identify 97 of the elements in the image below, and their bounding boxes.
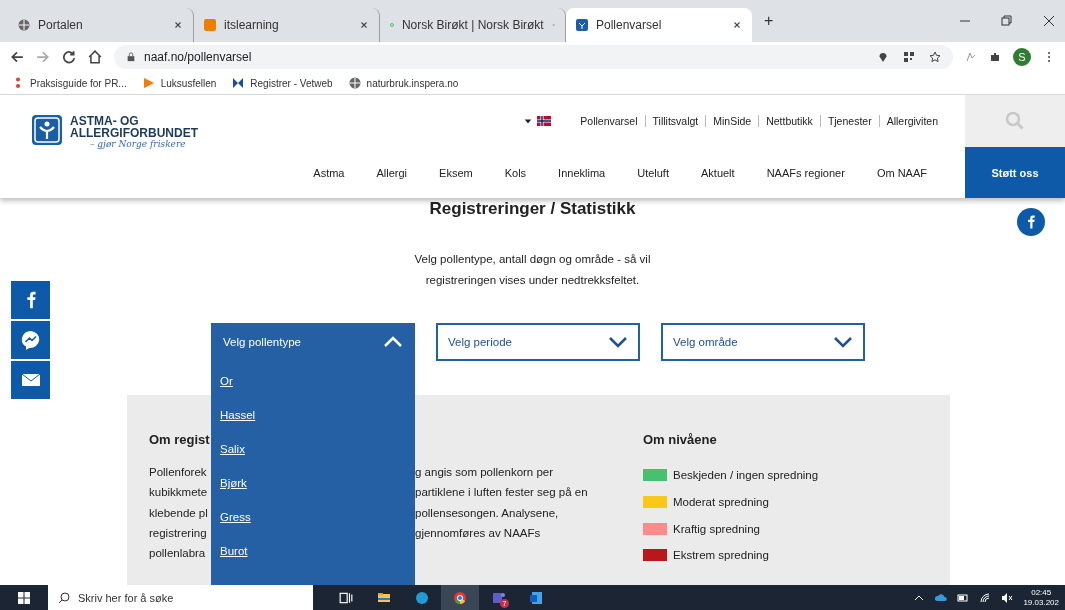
profile-avatar[interactable]: S [1013, 48, 1031, 66]
play-icon [142, 77, 155, 89]
dropdown[interactable]: Velg periode [436, 323, 640, 361]
forward-icon [36, 50, 50, 64]
bookmark[interactable]: Praksisguide for PR... [30, 77, 127, 89]
header-link[interactable]: Pollenvarsel [573, 115, 645, 127]
dropdown-option[interactable]: Or [220, 375, 233, 387]
chevron-down-icon [608, 336, 628, 348]
home-icon [88, 50, 102, 64]
chrome-icon [453, 590, 467, 605]
paragraph-text: kubikkmete [149, 485, 209, 501]
teams-icon [491, 590, 505, 605]
folder-icon [377, 590, 391, 605]
qr-code-icon [903, 51, 915, 63]
task-view-icon [339, 590, 353, 605]
facebook-icon [1025, 214, 1037, 230]
caret-down-icon [524, 117, 533, 125]
paragraph-text: partiklene i luften fester seg på en [415, 485, 589, 501]
header-link[interactable]: Tjenester [819, 115, 879, 127]
search-icon [58, 591, 70, 604]
intro-text: Velg pollentype, antall døgn og område - så vil registreringen vises under nedtrekksfeltet. [413, 252, 652, 288]
square-logo-icon [204, 19, 216, 31]
nav-link[interactable]: Allergi [360, 166, 424, 179]
new-tab-button[interactable]: + [764, 12, 774, 30]
globe-icon [348, 77, 361, 89]
location-pin-icon [877, 51, 889, 63]
search-icon [1005, 111, 1025, 131]
legend-label: Ekstrem spredning [673, 549, 769, 562]
paragraph-text: Pollenforek [149, 465, 208, 480]
messenger-share-button[interactable] [11, 321, 50, 359]
chevron-down-icon [833, 336, 853, 348]
paragraph-text: klebende pl [149, 505, 209, 521]
bowtie-icon [232, 77, 245, 89]
section-heading: Om nivåene [643, 432, 718, 447]
nav-link[interactable]: Kols [488, 166, 543, 179]
bookmark[interactable]: Luksusfellen [160, 77, 217, 89]
bookmark[interactable]: naturbruk.inspera.no [366, 77, 459, 89]
browser-tab[interactable]: Pollenvarsel [566, 8, 752, 42]
header-link[interactable]: Nettbutikk [758, 115, 820, 127]
dropdown-option[interactable]: Burot [220, 545, 248, 557]
back-icon [10, 50, 24, 64]
logo-icon [32, 115, 62, 145]
paragraph-text: pollenlabra [149, 546, 207, 562]
star-icon [929, 51, 941, 63]
puzzle-icon [989, 51, 1001, 63]
cloud-icon [935, 591, 948, 604]
page-heading: Registreringer / Statistikk [429, 198, 636, 219]
support-button[interactable]: Støtt oss [965, 147, 1065, 198]
word-icon [529, 590, 543, 605]
email-share-button[interactable] [11, 361, 50, 399]
norwegian-flag-icon [537, 116, 552, 126]
section-heading: Om regist [149, 432, 211, 447]
dropdown-option[interactable]: Salix [220, 443, 245, 455]
logo-tagline: – gjør Norge friskere [90, 139, 187, 149]
wifi-icon [979, 591, 992, 604]
bookmark[interactable]: Registrer - Vetweb [250, 77, 333, 89]
dropdown[interactable]: Velg område [661, 323, 865, 361]
nav-link[interactable]: Aktuelt [685, 166, 751, 179]
header-link[interactable]: Allergiviten [878, 115, 945, 127]
nav-link[interactable]: Eksem [423, 166, 489, 179]
nav-link[interactable]: Astma [297, 166, 361, 179]
logo-text: ALLERGIFORBUNDET [70, 127, 198, 139]
paragraph-text: gjennomføres av NAAFs [415, 525, 542, 541]
nav-link[interactable]: Inneklima [542, 166, 622, 179]
facebook-button[interactable] [1017, 208, 1045, 236]
logo-text: ASTMA- OG [70, 115, 140, 127]
speaker-muted-icon [1001, 591, 1014, 604]
figure-logo-icon [576, 19, 588, 31]
header-link[interactable]: Tillitsvalgt [644, 115, 706, 127]
envelope-icon [20, 373, 41, 387]
windows-icon [18, 591, 30, 604]
dropdown-option[interactable]: Hassel [220, 409, 256, 421]
paragraph-text: registrering [149, 525, 208, 541]
nav-link[interactable]: Uteluft [621, 166, 685, 179]
dropdown-option[interactable]: Gress [220, 511, 251, 523]
chevron-up-icon [383, 336, 403, 348]
taskbar-search-field[interactable]: Skriv her for å søke [48, 585, 313, 610]
facebook-share-button[interactable] [11, 281, 50, 319]
lock-icon [126, 52, 136, 62]
taskbar-app[interactable] [441, 585, 479, 610]
edge-icon [415, 590, 429, 605]
legend-label: Beskjeden / ingen spredning [673, 469, 819, 482]
restore-icon [1001, 15, 1013, 27]
address-bar[interactable]: naaf.no/pollenvarsel [114, 45, 953, 69]
legend-label: Moderat spredning [673, 496, 769, 509]
dropdown-option[interactable]: Bjørk [220, 477, 247, 489]
taskbar-clock[interactable]: 02:45 19.03.202 [1023, 587, 1059, 608]
legend-label: Kraftig spredning [673, 522, 760, 535]
globe-icon [18, 19, 30, 31]
nav-link[interactable]: Om NAAF [860, 166, 943, 179]
header-link[interactable]: MinSide [705, 115, 759, 127]
battery-icon [957, 591, 970, 604]
paragraph-text: pollensesongen. Analysene, [415, 505, 560, 521]
paragraph-text: g angis som pollenkorn per [415, 465, 555, 480]
messenger-icon [20, 330, 41, 350]
reload-icon [62, 50, 76, 64]
nav-link[interactable]: NAAFs regioner [750, 166, 861, 179]
